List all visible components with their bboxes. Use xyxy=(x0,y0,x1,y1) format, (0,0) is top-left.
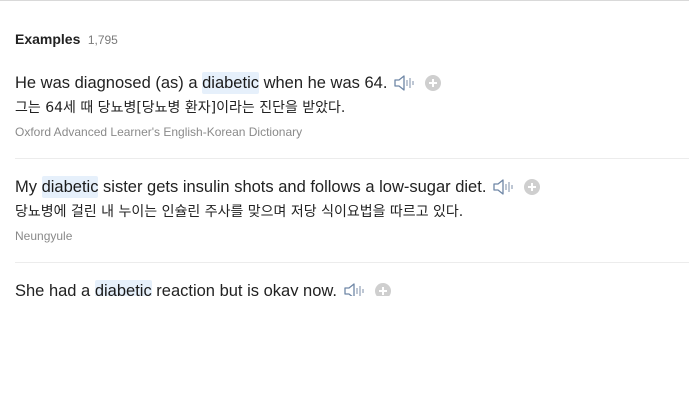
example-item: She had a diabetic reaction but is okay … xyxy=(15,280,689,296)
example-korean-translation: 당뇨병에 걸린 내 누이는 인슐린 주사를 맞으며 저당 식이요법을 따르고 있… xyxy=(15,204,464,220)
examples-panel: Examples 1,795 He was diagnosed (as) a d… xyxy=(15,0,689,296)
plus-circle-icon[interactable] xyxy=(374,283,391,296)
sentence-text-before: He was diagnosed (as) a xyxy=(15,74,203,92)
example-english-sentence: My diabetic sister gets insulin shots an… xyxy=(15,176,689,198)
sentence-text-after: sister gets insulin shots and follows a … xyxy=(98,178,487,196)
speaker-icon[interactable] xyxy=(393,73,419,93)
plus-circle-icon[interactable] xyxy=(425,75,442,91)
example-item: My diabetic sister gets insulin shots an… xyxy=(15,176,689,244)
sentence-text-before: My xyxy=(15,178,42,196)
example-english-sentence: She had a diabetic reaction but is okay … xyxy=(15,280,689,296)
sentence-text-before: She had a xyxy=(15,282,95,296)
speaker-icon[interactable] xyxy=(492,177,518,197)
examples-title: Examples xyxy=(15,31,81,47)
keyword-highlight[interactable]: diabetic xyxy=(94,280,152,296)
speaker-icon[interactable] xyxy=(343,281,369,296)
example-english-sentence: He was diagnosed (as) a diabetic when he… xyxy=(15,72,689,94)
keyword-highlight[interactable]: diabetic xyxy=(41,176,99,198)
example-source[interactable]: Neungyule xyxy=(15,228,689,244)
examples-header: Examples 1,795 xyxy=(15,31,118,49)
example-korean-translation: 그는 64세 때 당뇨병[당뇨병 환자]이라는 진단을 받았다. xyxy=(15,100,346,116)
examples-count: 1,795 xyxy=(87,33,118,47)
keyword-highlight[interactable]: diabetic xyxy=(202,72,259,94)
example-divider xyxy=(15,262,689,263)
example-divider xyxy=(15,158,689,159)
example-item: He was diagnosed (as) a diabetic when he… xyxy=(15,72,689,140)
example-source[interactable]: Oxford Advanced Learner's English-Korean… xyxy=(15,124,689,140)
plus-circle-icon[interactable] xyxy=(524,179,541,195)
sentence-text-after: when he was 64. xyxy=(258,74,388,92)
sentence-text-after: reaction but is okay now. xyxy=(151,282,337,296)
